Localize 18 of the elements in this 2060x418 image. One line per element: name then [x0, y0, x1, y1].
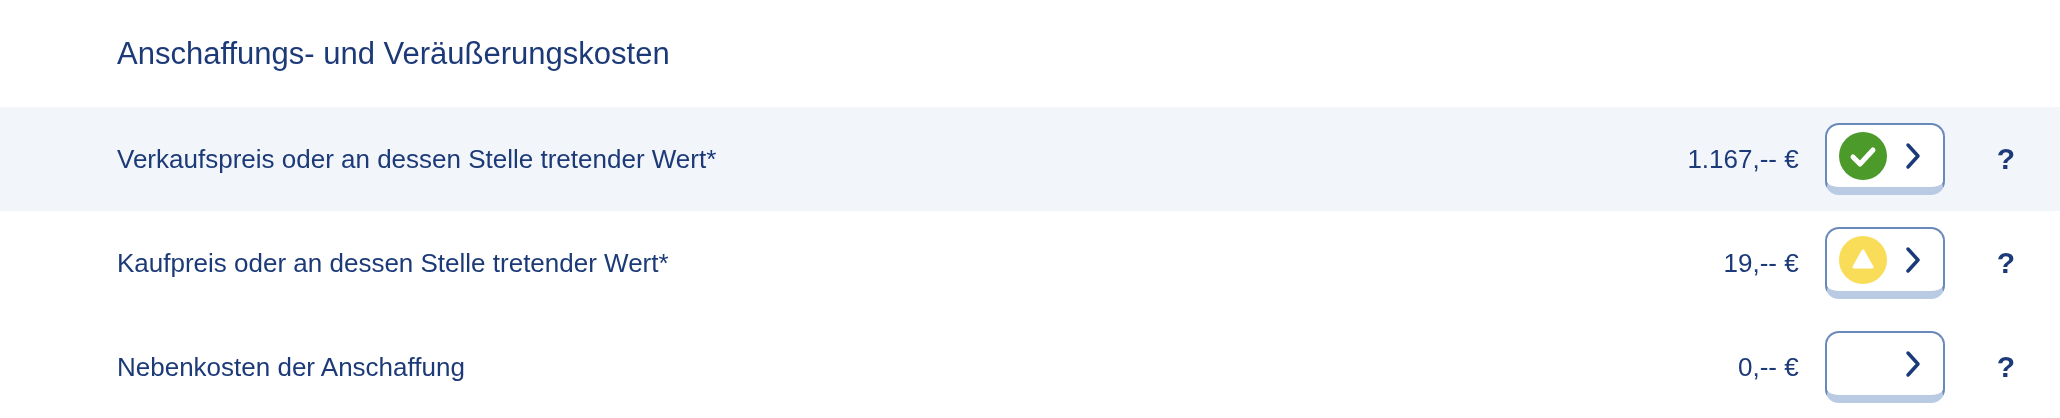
help-button[interactable]: ? [1996, 352, 2015, 382]
status-button[interactable] [1824, 331, 1945, 403]
chevron-right-icon [1904, 350, 1921, 378]
amount-value: 0,-- € [1738, 350, 1799, 384]
status-button[interactable] [1824, 123, 1945, 195]
field-label: Nebenkosten der Anschaffung [117, 350, 466, 384]
help-button[interactable]: ? [1996, 144, 2015, 174]
warning-circle-icon [1838, 236, 1887, 284]
help-button[interactable]: ? [1996, 248, 2015, 278]
chevron-right-icon [1904, 246, 1921, 274]
check-circle-icon [1838, 132, 1887, 180]
status-button[interactable] [1824, 227, 1945, 299]
section-heading: Anschaffungs- und Veräußerungskosten [117, 38, 670, 69]
amount-value: 19,-- € [1723, 246, 1799, 280]
chevron-right-icon [1904, 142, 1921, 170]
field-label: Kaufpreis oder an dessen Stelle tretender Wert* [117, 246, 670, 280]
field-label: Verkaufspreis oder an dessen Stelle tretender Wert* [117, 142, 718, 176]
amount-value: 1.167,-- € [1687, 142, 1799, 176]
